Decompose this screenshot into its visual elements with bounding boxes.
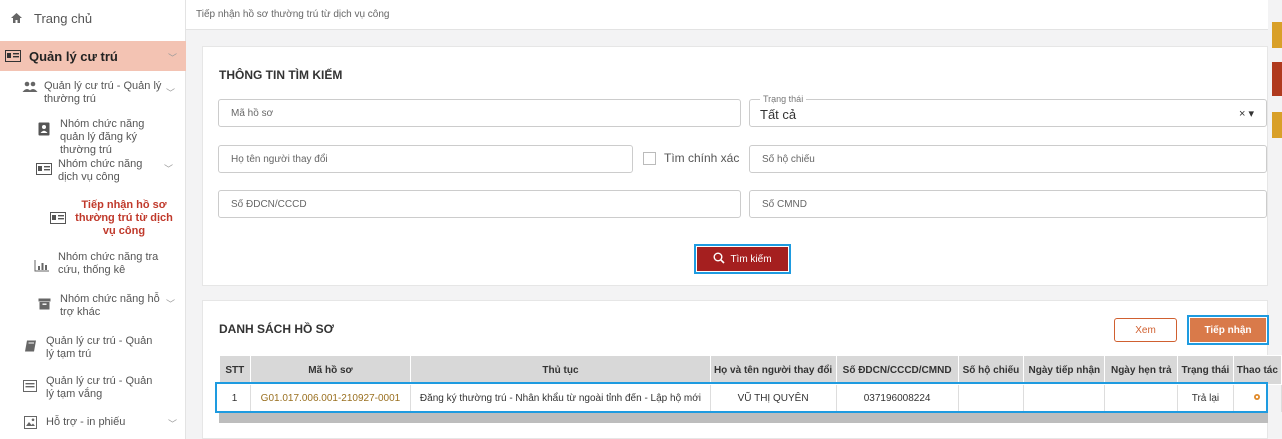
image-icon — [22, 415, 38, 429]
sidebar-item-label: Hỗ trợ - in phiếu — [46, 415, 126, 428]
search-icon — [713, 251, 726, 267]
cell-trang-thai: Trả lại — [1177, 384, 1234, 412]
tim-chinh-xac-checkbox[interactable]: Tìm chính xác — [643, 151, 739, 165]
chevron-down-icon: ﹀ — [166, 88, 176, 98]
column-header: Họ và tên người thay đổi — [709, 355, 837, 385]
column-header: Ngày tiếp nhận — [1023, 355, 1106, 385]
table-header-row: STT Mã hồ sơ Thủ tục Họ và tên người tha… — [219, 355, 1282, 385]
id-card-icon — [5, 49, 21, 63]
users-icon — [22, 80, 38, 94]
so-cmnd-input[interactable]: Số CMND — [749, 190, 1267, 218]
chevron-down-icon: ﹀ — [168, 419, 178, 429]
sidebar-item-quan-ly-cu-tru[interactable]: Quản lý cư trú ﹀ — [0, 41, 186, 71]
so-ddcn-input[interactable]: Số ĐDCN/CCCD — [218, 190, 741, 218]
cell-stt: 1 — [219, 384, 251, 412]
column-header: Thao tác — [1232, 355, 1282, 385]
column-header: Số ĐDCN/CCCD/CMND — [835, 355, 959, 385]
so-ddcn-placeholder: Số ĐDCN/CCCD — [231, 199, 307, 210]
eye-icon[interactable] — [1253, 393, 1261, 404]
tim-chinh-xac-label: Tìm chính xác — [664, 151, 740, 165]
ho-ten-placeholder: Họ tên người thay đổi — [231, 154, 328, 165]
cell-thu-tuc: Đăng ký thường trú - Nhân khẩu từ ngoài … — [410, 384, 711, 412]
sidebar-item-label: Nhóm chức năng dịch vụ công — [58, 158, 143, 183]
ho-so-table: STT Mã hồ sơ Thủ tục Họ và tên người tha… — [219, 355, 1282, 412]
breadcrumb: Tiếp nhận hồ sơ thường trú từ dịch vụ cô… — [196, 9, 390, 20]
side-tab-accent[interactable] — [1272, 22, 1282, 48]
column-header: Thủ tục — [410, 355, 711, 385]
search-panel-title: THÔNG TIN TÌM KIẾM — [219, 68, 343, 82]
trang-thai-select[interactable]: Trạng thái Tất cả × ▾ — [749, 94, 1267, 127]
cell-so-ho-chieu — [958, 384, 1025, 412]
cell-ma-ho-so[interactable]: G01.017.006.001-210927-0001 — [250, 384, 412, 412]
chevron-down-icon: ﹀ — [168, 53, 178, 63]
cell-thao-tac[interactable] — [1233, 384, 1282, 412]
sidebar-item-label: Nhóm chức năng hỗ trợ khác — [60, 293, 160, 318]
column-header: Trạng thái — [1177, 355, 1234, 385]
sidebar-item-home[interactable]: Trang chủ — [8, 11, 92, 25]
sidebar-item-nhom-dang-ky[interactable]: Nhóm chức năng quản lý đăng ký thường tr… — [36, 118, 182, 157]
side-tab-accent[interactable] — [1272, 112, 1282, 138]
column-header: Mã hồ sơ — [249, 355, 412, 385]
cell-so-ddcn: 037196008224 — [836, 384, 959, 412]
sidebar-item-nhom-dich-vu[interactable]: Nhóm chức năng dịch vụ công ﹀ — [36, 158, 182, 184]
sidebar-item-tam-tru[interactable]: Quản lý cư trú - Quản lý tạm trú — [22, 335, 182, 361]
id-card-icon — [50, 211, 66, 225]
sidebar-item-ho-tro-khac[interactable]: Nhóm chức năng hỗ trợ khác ﹀ — [36, 293, 182, 319]
sidebar-item-in-phieu[interactable]: Hỗ trợ - in phiếu ﹀ — [22, 415, 182, 429]
cell-ho-ten: VŨ THỊ QUYÊN — [710, 384, 837, 412]
so-cmnd-placeholder: Số CMND — [762, 199, 808, 210]
sidebar-item-tam-vang[interactable]: Quản lý cư trú - Quản lý tạm vắng — [22, 375, 182, 401]
column-header: Ngày hẹn trả — [1104, 355, 1179, 385]
sidebar-item-label: Nhóm chức năng quản lý đăng ký thường tr… — [60, 118, 145, 156]
bar-chart-icon — [34, 259, 50, 273]
id-card-icon — [36, 162, 52, 176]
so-ho-chieu-placeholder: Số hộ chiếu — [762, 154, 815, 165]
sidebar-item-label: Tiếp nhận hồ sơ thường trú từ dịch vụ cô… — [75, 199, 173, 237]
sidebar-item-label: Nhóm chức năng tra cứu, thống kê — [58, 251, 159, 276]
ma-ho-so-placeholder: Mã hồ sơ — [231, 108, 274, 119]
clear-and-dropdown-icon[interactable]: × ▾ — [1239, 107, 1254, 120]
archive-icon — [36, 297, 52, 311]
cell-ngay-tiep-nhan — [1023, 384, 1106, 412]
search-button[interactable]: Tìm kiếm — [694, 244, 791, 274]
trang-thai-value: Tất cả — [760, 107, 797, 122]
book-icon — [22, 339, 38, 353]
search-button-label: Tìm kiếm — [730, 253, 772, 265]
home-icon — [8, 11, 24, 25]
horizontal-scrollbar[interactable] — [219, 413, 1268, 423]
list-panel-title: DANH SÁCH HỒ SƠ — [219, 322, 334, 336]
sidebar-item-thuong-tru[interactable]: Quản lý cư trú - Quản lý thường trú ﹀ — [22, 80, 182, 106]
tiep-nhan-button[interactable]: Tiếp nhận — [1187, 315, 1269, 345]
chevron-down-icon: ﹀ — [164, 164, 174, 174]
table-row[interactable]: 1 G01.017.006.001-210927-0001 Đăng ký th… — [219, 384, 1282, 412]
sidebar-item-label: Quản lý cư trú - Quản lý tạm vắng — [46, 375, 153, 400]
sidebar-item-label: Quản lý cư trú - Quản lý tạm trú — [46, 335, 153, 360]
column-header: Số hộ chiếu — [957, 355, 1025, 385]
side-tab-accent[interactable] — [1272, 62, 1282, 96]
sidebar-item-tra-cuu[interactable]: Nhóm chức năng tra cứu, thống kê — [34, 251, 182, 277]
sidebar: Trang chủ Quản lý cư trú ﹀ Quản lý cư tr… — [0, 0, 186, 439]
top-bar: Tiếp nhận hồ sơ thường trú từ dịch vụ cô… — [186, 0, 1268, 30]
column-header: STT — [219, 355, 251, 385]
list-icon — [22, 379, 38, 393]
checkbox-icon[interactable] — [643, 151, 656, 165]
sidebar-item-label: Quản lý cư trú - Quản lý thường trú — [44, 80, 162, 105]
sidebar-item-label: Trang chủ — [34, 10, 93, 26]
ma-ho-so-input[interactable]: Mã hồ sơ — [218, 99, 741, 127]
xem-button[interactable]: Xem — [1114, 318, 1177, 342]
address-book-icon — [36, 122, 52, 136]
so-ho-chieu-input[interactable]: Số hộ chiếu — [749, 145, 1267, 173]
ho-ten-input[interactable]: Họ tên người thay đổi — [218, 145, 633, 173]
trang-thai-label: Trạng thái — [760, 94, 807, 104]
cell-ngay-hen-tra — [1104, 384, 1179, 412]
chevron-down-icon: ﹀ — [166, 299, 176, 309]
sidebar-item-tiep-nhan[interactable]: Tiếp nhận hồ sơ thường trú từ dịch vụ cô… — [50, 199, 182, 238]
sidebar-item-label: Quản lý cư trú — [29, 48, 118, 64]
